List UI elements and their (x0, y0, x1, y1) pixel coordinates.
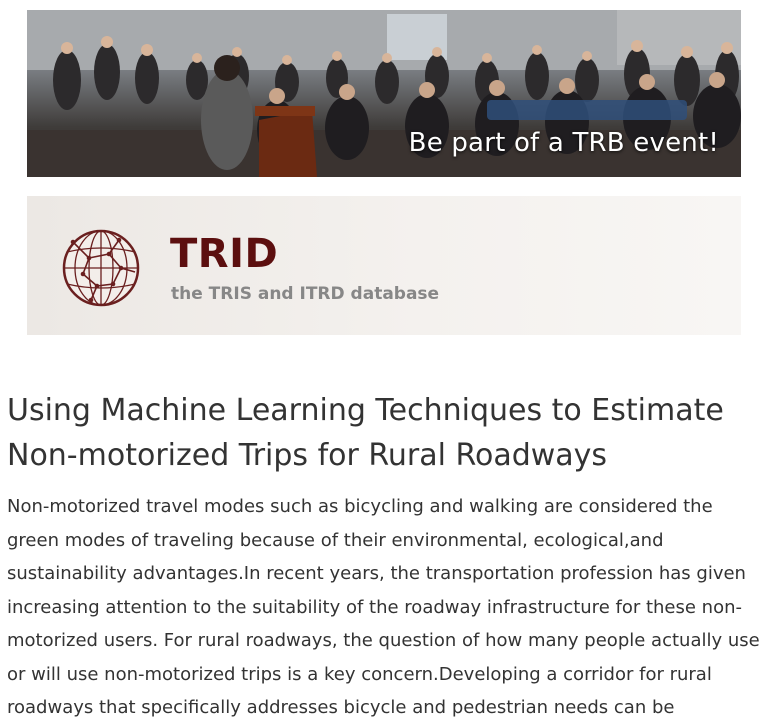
trid-header[interactable]: TRID the TRIS and ITRD database (27, 196, 741, 335)
article-abstract: Non-motorized travel modes such as bicyc… (7, 496, 760, 718)
article-title: Using Machine Learning Techniques to Est… (7, 393, 724, 473)
trid-title: TRID (170, 231, 279, 277)
page: Be part of a TRB event! TRID the TRIS an… (0, 0, 773, 719)
trb-event-banner[interactable]: Be part of a TRB event! (27, 10, 741, 177)
globe-network-icon (62, 229, 140, 307)
trid-subtitle: the TRIS and ITRD database (171, 284, 440, 304)
banner-caption: Be part of a TRB event! (408, 128, 719, 158)
